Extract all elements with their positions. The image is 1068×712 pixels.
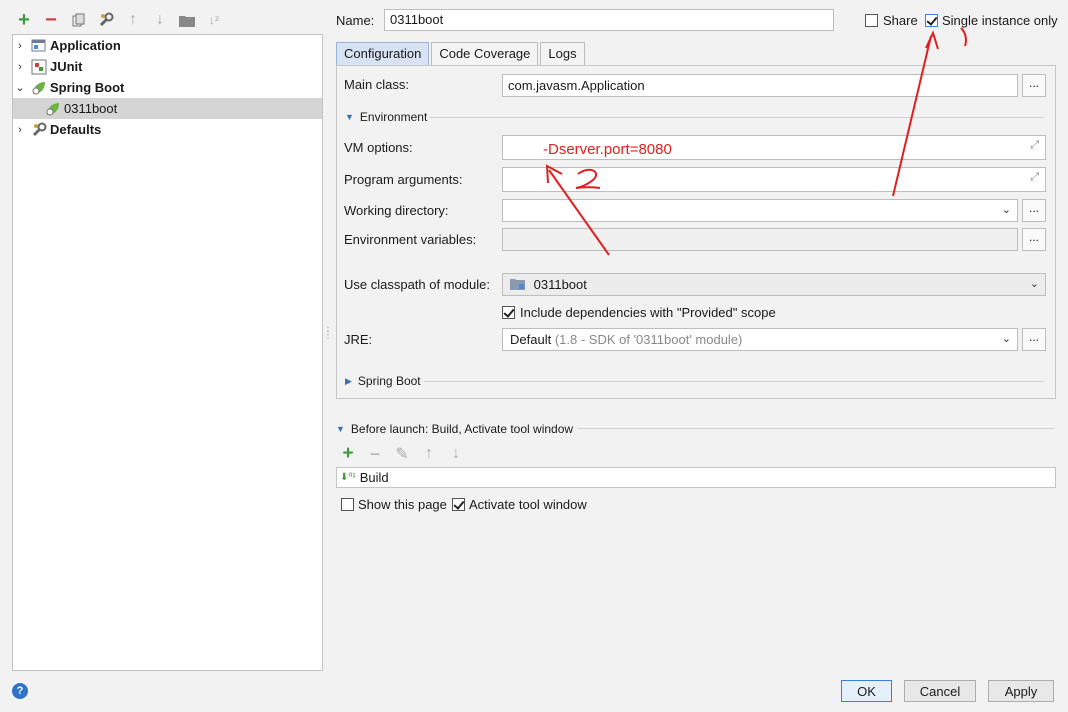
- annotation-overlay: [545, 27, 967, 256]
- annotation-arrowhead-2: [545, 164, 563, 184]
- annotation-arrow-2: [548, 169, 610, 256]
- annotation-arrow-1: [892, 35, 932, 197]
